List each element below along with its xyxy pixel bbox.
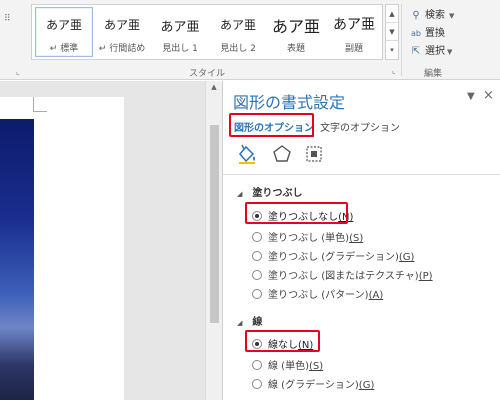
pane-options-icon[interactable]: ▼ bbox=[467, 91, 475, 102]
option-shortcut: (A) bbox=[368, 290, 384, 301]
margin-marker bbox=[33, 111, 47, 112]
fill-option-solid[interactable]: 塗りつぶし (単色)(S) bbox=[252, 229, 363, 244]
option-label: 塗りつぶし (図またはテクスチャ) bbox=[268, 271, 419, 282]
radio-button-icon bbox=[252, 379, 262, 389]
style-preview: あア亜 bbox=[160, 20, 200, 35]
style-heading-2[interactable]: あア亜 見出し 2 bbox=[209, 7, 267, 57]
style-heading-1[interactable]: あア亜 見出し 1 bbox=[151, 7, 209, 57]
gallery-more-icon[interactable]: ▾ bbox=[386, 41, 398, 59]
radio-button-icon bbox=[252, 251, 262, 261]
cursor-arrow-icon: ⇱ bbox=[411, 46, 421, 57]
style-subtitle[interactable]: あア亜 副題 bbox=[325, 7, 383, 57]
styles-launcher-icon[interactable]: ⌞ bbox=[392, 66, 396, 75]
gallery-up-icon[interactable]: ▲ bbox=[386, 5, 398, 23]
option-label: 線 (単色) bbox=[268, 361, 309, 372]
replace-button[interactable]: ab 置換 bbox=[410, 24, 445, 39]
select-button[interactable]: ⇱ 選択 ▼ bbox=[410, 42, 453, 57]
select-label: 選択 bbox=[425, 46, 445, 57]
radio-button-icon bbox=[252, 270, 262, 280]
format-shape-pane: 図形の書式設定 ▼ × 図形のオプション 文字のオプション ◢ 塗りつぶし 塗りつ… bbox=[222, 81, 500, 400]
editing-group-label: 編集 bbox=[424, 69, 443, 79]
search-icon: ⚲ bbox=[412, 10, 420, 21]
scroll-up-icon[interactable]: ▲ bbox=[206, 83, 222, 95]
close-icon[interactable]: × bbox=[483, 88, 494, 103]
ribbon-collapse-marker[interactable]: ⠿ bbox=[4, 14, 11, 24]
line-section-header[interactable]: ◢ 線 bbox=[237, 313, 262, 328]
option-shortcut: (S) bbox=[308, 361, 324, 372]
collapse-triangle-icon: ◢ bbox=[237, 319, 243, 327]
chevron-down-icon: ▼ bbox=[449, 12, 455, 20]
fill-option-gradient[interactable]: 塗りつぶし (グラデーション)(G) bbox=[252, 248, 414, 263]
style-name: ↵ 行間詰め bbox=[98, 44, 146, 54]
find-label: 検索 bbox=[425, 10, 445, 21]
replace-label: 置換 bbox=[425, 28, 445, 39]
size-properties-icon[interactable] bbox=[303, 143, 325, 165]
clipboard-launcher-icon[interactable]: ⌞ bbox=[16, 67, 20, 76]
option-label: 線 (グラデーション) bbox=[268, 380, 359, 391]
fill-option-picture[interactable]: 塗りつぶし (図またはテクスチャ)(P) bbox=[252, 267, 433, 282]
chevron-down-icon: ▼ bbox=[447, 48, 453, 56]
tab-text-options[interactable]: 文字のオプション bbox=[320, 119, 400, 134]
scrollbar-thumb[interactable] bbox=[210, 125, 219, 323]
highlight-box bbox=[229, 113, 314, 137]
radio-button-icon bbox=[252, 360, 262, 370]
margin-marker bbox=[33, 97, 34, 111]
highlight-box bbox=[245, 330, 320, 352]
radio-button-icon bbox=[252, 232, 262, 242]
fill-option-pattern[interactable]: 塗りつぶし (パターン)(A) bbox=[252, 286, 383, 301]
option-label: 塗りつぶし (単色) bbox=[268, 233, 350, 244]
radio-button-icon bbox=[252, 289, 262, 299]
ribbon-divider bbox=[401, 4, 402, 76]
divider bbox=[223, 174, 500, 175]
style-name: 副題 bbox=[344, 44, 363, 54]
fill-section-title: 塗りつぶし bbox=[252, 188, 303, 199]
replace-icon: ab bbox=[411, 29, 421, 38]
option-shortcut: (G) bbox=[398, 252, 415, 263]
line-option-gradient[interactable]: 線 (グラデーション)(G) bbox=[252, 376, 374, 391]
document-image[interactable] bbox=[0, 119, 34, 400]
styles-gallery-scroller: ▲ ▼ ▾ bbox=[385, 4, 399, 60]
gallery-down-icon[interactable]: ▼ bbox=[386, 23, 398, 41]
collapse-triangle-icon: ◢ bbox=[237, 190, 243, 198]
fill-section-header[interactable]: ◢ 塗りつぶし bbox=[237, 184, 303, 199]
style-name: 見出し 2 bbox=[220, 44, 256, 54]
option-label: 塗りつぶし (パターン) bbox=[268, 290, 369, 301]
option-label: 塗りつぶし (グラデーション) bbox=[268, 252, 399, 263]
vertical-scrollbar[interactable]: ▲ bbox=[205, 81, 222, 400]
ribbon: ⠿ ⌞ あア亜 ↵ 標準 あア亜 ↵ 行間詰め あア亜 見出し 1 あア亜 見出… bbox=[0, 0, 500, 80]
style-title[interactable]: あア亜 表題 bbox=[267, 7, 325, 57]
highlight-box bbox=[245, 202, 348, 224]
style-name: ↵ 標準 bbox=[49, 44, 79, 54]
fill-line-icon[interactable] bbox=[236, 143, 258, 165]
option-shortcut: (S) bbox=[349, 233, 364, 244]
document-area bbox=[0, 81, 205, 400]
style-preview: あア亜 bbox=[219, 18, 256, 32]
style-name: 表題 bbox=[286, 44, 305, 54]
style-preview: あア亜 bbox=[103, 18, 140, 32]
effects-pentagon-icon[interactable] bbox=[271, 143, 293, 165]
style-preview: あア亜 bbox=[333, 17, 375, 33]
option-shortcut: (P) bbox=[418, 271, 433, 282]
style-preview: あア亜 bbox=[271, 17, 320, 36]
styles-gallery: あア亜 ↵ 標準 あア亜 ↵ 行間詰め あア亜 見出し 1 あア亜 見出し 2 … bbox=[31, 4, 383, 60]
style-preview: あア亜 bbox=[45, 18, 82, 32]
style-name: 見出し 1 bbox=[162, 44, 198, 54]
styles-group-label: スタイル bbox=[189, 69, 226, 79]
option-shortcut: (G) bbox=[358, 380, 375, 391]
line-option-solid[interactable]: 線 (単色)(S) bbox=[252, 357, 323, 372]
style-normal[interactable]: あア亜 ↵ 標準 bbox=[35, 7, 93, 57]
pane-title: 図形の書式設定 bbox=[233, 93, 346, 112]
line-section-title: 線 bbox=[252, 317, 263, 328]
style-no-spacing[interactable]: あア亜 ↵ 行間詰め bbox=[93, 7, 151, 57]
find-button[interactable]: ⚲ 検索 ▼ bbox=[410, 6, 454, 21]
